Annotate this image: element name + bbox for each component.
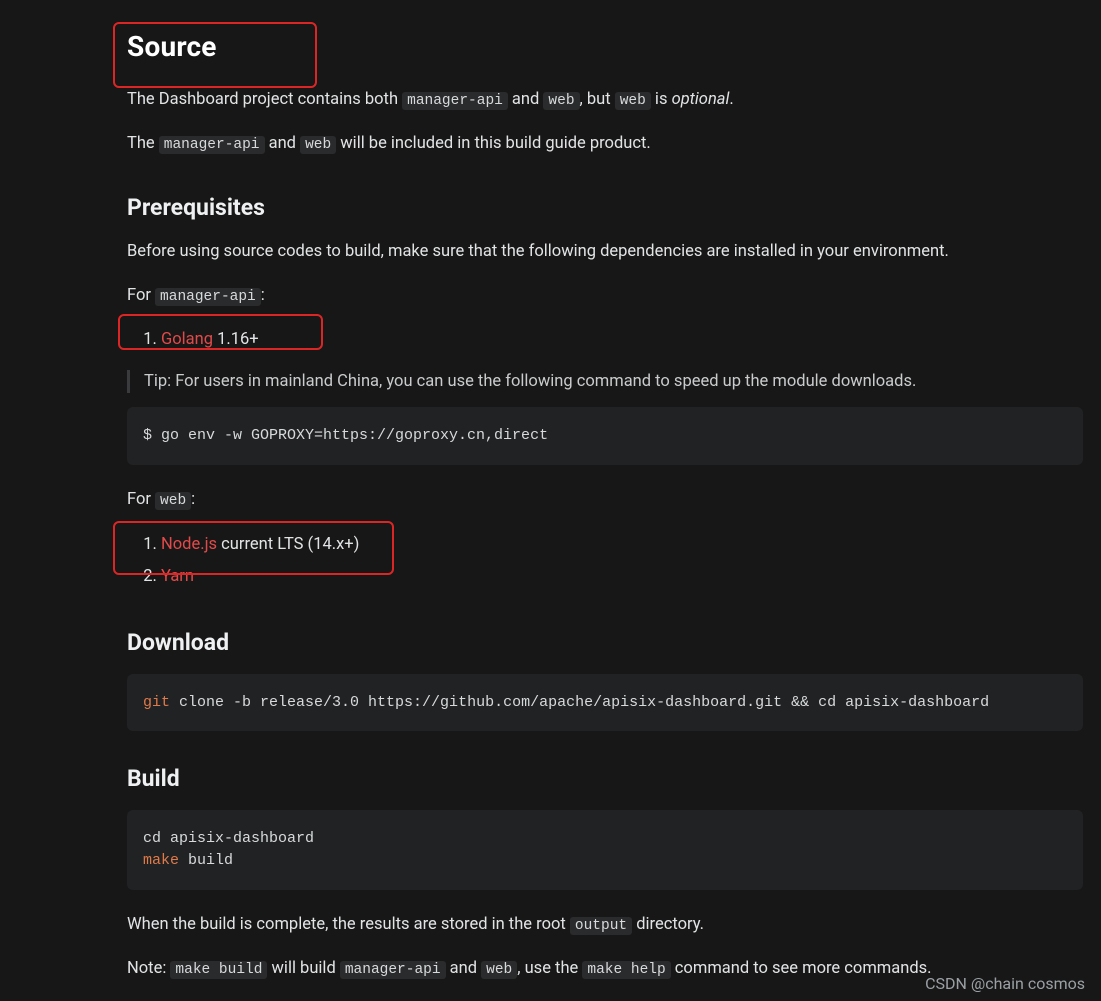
para-for-manager-api: For manager-api: <box>127 283 1085 309</box>
link-golang[interactable]: Golang <box>161 330 213 349</box>
text: For <box>127 286 155 305</box>
code-web: web <box>300 136 336 154</box>
heading-prerequisites: Prerequisites <box>127 194 1085 221</box>
text: build <box>179 852 233 869</box>
heading-build: Build <box>127 765 1085 792</box>
code-block-git-clone: git clone -b release/3.0 https://github.… <box>127 674 1083 732</box>
para-source-1: The Dashboard project contains both mana… <box>127 87 1085 113</box>
list-item: Yarn <box>161 563 1085 591</box>
text: : <box>261 286 265 305</box>
text: and <box>265 134 301 153</box>
list-item: Golang 1.16+ <box>161 326 1085 354</box>
code-web: web <box>155 492 191 510</box>
text: , use the <box>517 959 582 978</box>
para-source-2: The manager-api and web will be included… <box>127 131 1085 157</box>
text: directory. <box>632 915 704 934</box>
code-web: web <box>615 92 651 110</box>
list-item: Node.js current LTS (14.x+) <box>161 531 1085 559</box>
code-output: output <box>570 917 632 935</box>
keyword-make: make <box>143 852 179 869</box>
text: : <box>191 490 195 509</box>
code-block-goproxy: $ go env -w GOPROXY=https://goproxy.cn,d… <box>127 407 1083 465</box>
heading-source: Source <box>127 30 1085 63</box>
code-make-build: make build <box>170 961 267 979</box>
text: The <box>127 134 159 153</box>
text: cd apisix-dashboard <box>143 830 314 847</box>
emphasis-optional: optional <box>672 90 730 109</box>
code-web: web <box>481 961 517 979</box>
code-manager-api: manager-api <box>159 136 265 154</box>
tip-blockquote: Tip: For users in mainland China, you ca… <box>127 370 1085 393</box>
tip-text: Tip: For users in mainland China, you ca… <box>144 372 916 391</box>
code-web: web <box>543 92 579 110</box>
list-manager-api-deps: Golang 1.16+ <box>127 326 1085 354</box>
document-body: Source The Dashboard project contains bo… <box>0 0 1101 981</box>
text: and <box>508 90 544 109</box>
text: command to see more commands. <box>671 959 932 978</box>
keyword-git: git <box>143 694 170 711</box>
watermark: CSDN @chain cosmos <box>925 974 1085 993</box>
code-block-build: cd apisix-dashboard make build <box>127 810 1083 890</box>
text: and <box>446 959 482 978</box>
text: . <box>729 90 733 109</box>
text: When the build is complete, the results … <box>127 915 570 934</box>
code-make-help: make help <box>582 961 670 979</box>
code-manager-api: manager-api <box>402 92 508 110</box>
text: The Dashboard project contains both <box>127 90 402 109</box>
text: will be included in this build guide pro… <box>336 134 651 153</box>
text: , but <box>580 90 615 109</box>
text: is <box>651 90 672 109</box>
text: current LTS (14.x+) <box>217 535 359 554</box>
code-manager-api: manager-api <box>155 288 261 306</box>
link-nodejs[interactable]: Node.js <box>161 535 217 554</box>
text: For <box>127 490 155 509</box>
text: 1.16+ <box>213 330 259 349</box>
list-web-deps: Node.js current LTS (14.x+) Yarn <box>127 531 1085 591</box>
para-prereq-intro: Before using source codes to build, make… <box>127 239 1085 265</box>
para-for-web: For web: <box>127 487 1085 513</box>
text: Note: <box>127 959 170 978</box>
para-build-complete: When the build is complete, the results … <box>127 912 1085 938</box>
link-yarn[interactable]: Yarn <box>161 567 194 586</box>
text: clone -b release/3.0 https://github.com/… <box>170 694 989 711</box>
heading-download: Download <box>127 629 1085 656</box>
code-manager-api: manager-api <box>340 961 446 979</box>
text: will build <box>267 959 339 978</box>
